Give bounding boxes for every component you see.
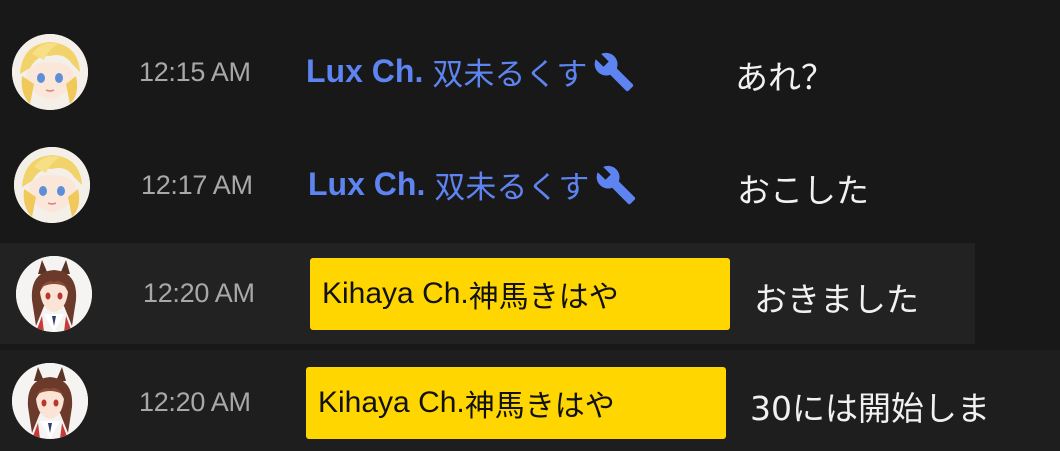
timestamp: 12:20 AM: [143, 278, 255, 308]
author-name-moderator[interactable]: Lux Ch. 双未るくす: [308, 162, 637, 207]
message-text: おきました: [754, 280, 919, 319]
blonde-character-avatar-icon: [14, 147, 90, 223]
author-latin-name: Kihaya Ch.: [322, 277, 469, 310]
avatar-kihaya[interactable]: [12, 363, 88, 439]
horse-eared-character-avatar-icon: [16, 256, 92, 332]
horse-eared-character-avatar-icon: [12, 363, 88, 439]
author-jp-name: 双未るくす: [432, 57, 588, 93]
chat-message: 12:20 AM Kihaya Ch. 神馬きはや 30には開始しま: [0, 350, 1060, 451]
timestamp: 12:15 AM: [139, 57, 251, 87]
author-jp-name: 神馬きはや: [464, 389, 615, 424]
avatar-lux[interactable]: [12, 34, 88, 110]
wrench-icon: [595, 52, 634, 91]
author-latin-name: Lux Ch.: [308, 166, 426, 202]
chat-message: 12:15 AM Lux Ch. 双未るくす あれ？: [0, 20, 1060, 124]
wrench-icon: [597, 165, 636, 204]
avatar-lux[interactable]: [14, 147, 90, 223]
message-text: 30には開始しま: [750, 389, 990, 428]
message-text: あれ？: [735, 58, 834, 97]
author-jp-name: 神馬きはや: [468, 280, 619, 315]
avatar-kihaya[interactable]: [16, 256, 92, 332]
author-name-moderator[interactable]: Lux Ch. 双未るくす: [306, 49, 635, 94]
author-name-owner-badge[interactable]: Kihaya Ch. 神馬きはや: [310, 258, 730, 330]
author-latin-name: Lux Ch.: [306, 53, 424, 89]
chat-message: 12:20 AM Kihaya Ch. 神馬きはや おきました: [0, 243, 975, 344]
timestamp: 12:20 AM: [139, 387, 251, 417]
message-text: おこした: [737, 171, 869, 210]
author-latin-name: Kihaya Ch.: [318, 386, 465, 419]
author-name-owner-badge[interactable]: Kihaya Ch. 神馬きはや: [306, 367, 726, 439]
blonde-character-avatar-icon: [12, 34, 88, 110]
live-chat-list: 12:15 AM Lux Ch. 双未るくす あれ？ 12:17 AM Lux …: [0, 0, 1060, 451]
timestamp: 12:17 AM: [141, 170, 253, 200]
chat-message: 12:17 AM Lux Ch. 双未るくす おこした: [0, 133, 1060, 237]
author-jp-name: 双未るくす: [434, 170, 590, 206]
